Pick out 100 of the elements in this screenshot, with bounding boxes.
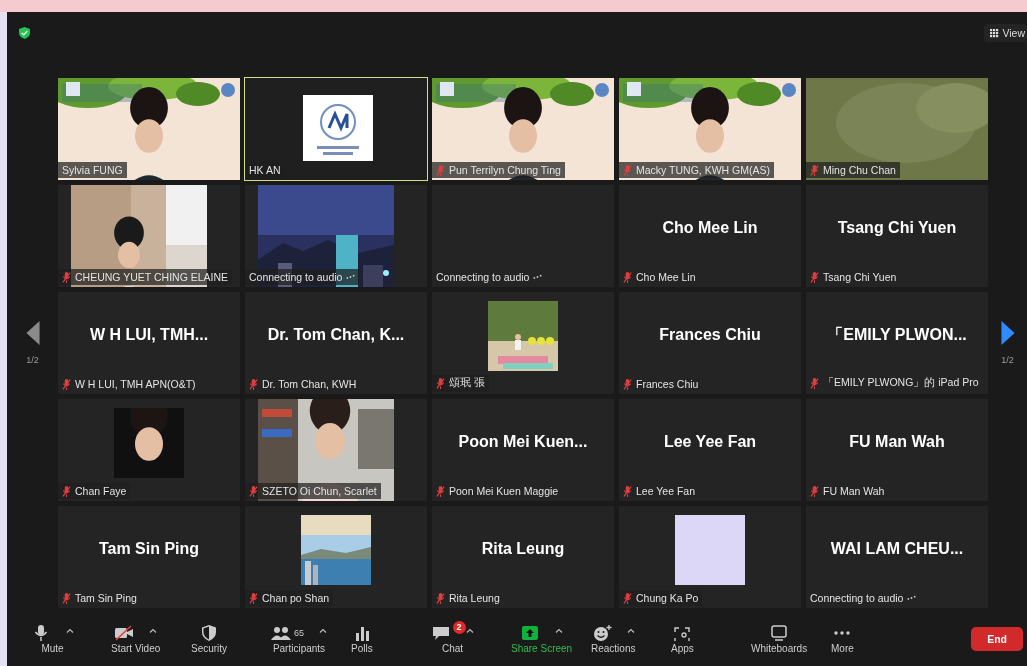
grid-icon bbox=[990, 28, 1000, 38]
participant-tile[interactable]: HK AN bbox=[245, 78, 427, 180]
muted-microphone-icon bbox=[623, 592, 632, 604]
participant-tile[interactable]: Ming Chu Chan bbox=[806, 78, 988, 180]
muted-microphone-icon bbox=[810, 377, 819, 389]
muted-microphone-icon bbox=[62, 592, 71, 604]
muted-microphone-icon bbox=[436, 592, 445, 604]
participant-label: Cho Mee Lin bbox=[636, 271, 696, 283]
participant-label: Tsang Chi Yuen bbox=[823, 271, 897, 283]
monitor-icon bbox=[769, 624, 790, 641]
participant-tile[interactable]: SZETO Oi Chun, Scarlet bbox=[245, 399, 427, 501]
participant-tile[interactable]: Lee Yee Fan Lee Yee Fan bbox=[619, 399, 801, 501]
muted-microphone-icon bbox=[810, 271, 819, 283]
participant-name: Rita Leung bbox=[481, 540, 565, 558]
reactions-button[interactable]: Reactions bbox=[589, 624, 638, 654]
caret-icon[interactable] bbox=[319, 628, 327, 633]
muted-microphone-icon bbox=[436, 164, 445, 176]
participant-tile[interactable]: Frances Chiu Frances Chiu bbox=[619, 292, 801, 394]
participant-tile[interactable]: Chan po Shan bbox=[245, 506, 427, 608]
muted-microphone-icon bbox=[62, 271, 71, 283]
participant-tile[interactable]: Dr. Tom Chan, K... Dr. Tom Chan, KWH bbox=[245, 292, 427, 394]
start-video-button[interactable]: Start Video bbox=[109, 624, 163, 654]
participant-tile[interactable]: Chung Ka Po bbox=[619, 506, 801, 608]
loading-dots-icon bbox=[533, 274, 543, 280]
camera-off-icon bbox=[114, 624, 135, 641]
caret-icon[interactable] bbox=[466, 628, 474, 633]
muted-microphone-icon bbox=[623, 485, 632, 497]
participant-name: Tam Sin Ping bbox=[98, 540, 200, 558]
participant-tile[interactable]: Rita Leung Rita Leung bbox=[432, 506, 614, 608]
participant-tile[interactable]: CHEUNG YUET CHING ELAINE bbox=[58, 185, 240, 287]
participant-tile[interactable]: 頌珉 張 bbox=[432, 292, 614, 394]
participant-label: Connecting to audio bbox=[810, 592, 904, 604]
end-button[interactable]: End bbox=[971, 627, 1023, 651]
participant-label: 「EMILY PLWONG」的 iPad Pro bbox=[823, 376, 979, 390]
participant-name: FU Man Wah bbox=[849, 433, 945, 451]
participant-tile[interactable]: Poon Mei Kuen... Poon Mei Kuen Maggie bbox=[432, 399, 614, 501]
caret-icon[interactable] bbox=[555, 628, 564, 633]
participant-label: Chung Ka Po bbox=[636, 592, 699, 604]
caret-icon[interactable] bbox=[149, 628, 158, 633]
participant-name: W H LUI, TMH... bbox=[89, 326, 209, 344]
participant-label: Sylvia FUNG bbox=[62, 164, 123, 176]
apps-button[interactable]: Apps bbox=[669, 624, 696, 654]
page-indicator: 1/2 bbox=[1001, 355, 1014, 365]
participant-label: Poon Mei Kuen Maggie bbox=[449, 485, 559, 497]
more-button[interactable]: More bbox=[829, 624, 856, 654]
loading-dots-icon bbox=[907, 595, 917, 601]
participant-tile[interactable]: Tam Sin Ping Tam Sin Ping bbox=[58, 506, 240, 608]
participant-tile[interactable]: Macky TUNG, KWH GM(AS) bbox=[619, 78, 801, 180]
whiteboards-button[interactable]: Whiteboards bbox=[749, 624, 810, 654]
muted-microphone-icon bbox=[810, 164, 819, 176]
participant-tile[interactable]: Tsang Chi Yuen Tsang Chi Yuen bbox=[806, 185, 988, 287]
smiley-icon bbox=[591, 624, 612, 641]
participant-label: Pun Terrilyn Chung Ting bbox=[449, 164, 561, 176]
participant-label: FU Man Wah bbox=[823, 485, 885, 497]
participant-tile[interactable]: WAI LAM CHEU... Connecting to audio bbox=[806, 506, 988, 608]
participant-name: Tsang Chi Yuen bbox=[837, 219, 957, 237]
participant-label: W H LUI, TMH APN(O&T) bbox=[75, 378, 196, 390]
participant-label: 頌珉 張 bbox=[449, 376, 485, 390]
participant-label: Connecting to audio bbox=[249, 271, 343, 283]
participant-tile[interactable]: Pun Terrilyn Chung Ting bbox=[432, 78, 614, 180]
people-icon bbox=[271, 624, 291, 641]
participants-button[interactable]: 65 Participants bbox=[269, 624, 329, 654]
participant-label: Chan po Shan bbox=[262, 592, 330, 604]
shield-icon[interactable] bbox=[19, 27, 30, 39]
mute-button[interactable]: Mute bbox=[29, 624, 76, 654]
participant-label: Rita Leung bbox=[449, 592, 500, 604]
muted-microphone-icon bbox=[623, 164, 632, 176]
participant-tile[interactable]: Cho Mee Lin Cho Mee Lin bbox=[619, 185, 801, 287]
participant-label: Dr. Tom Chan, KWH bbox=[262, 378, 357, 390]
participant-tile[interactable]: Sylvia FUNG bbox=[58, 78, 240, 180]
participant-label: Macky TUNG, KWH GM(AS) bbox=[636, 164, 770, 176]
more-icon bbox=[832, 630, 853, 635]
caret-icon[interactable] bbox=[626, 628, 635, 633]
share-screen-button[interactable]: Share Screen bbox=[509, 624, 575, 654]
participant-label: Connecting to audio bbox=[436, 271, 530, 283]
participant-label: Frances Chiu bbox=[636, 378, 699, 390]
participant-name: Lee Yee Fan bbox=[663, 433, 757, 451]
participant-tile[interactable]: Chan Faye bbox=[58, 399, 240, 501]
participant-name: Dr. Tom Chan, K... bbox=[267, 326, 405, 344]
participant-label: SZETO Oi Chun, Scarlet bbox=[262, 485, 377, 497]
next-page-icon[interactable] bbox=[1000, 321, 1015, 345]
polls-button[interactable]: Polls bbox=[349, 624, 375, 654]
participant-name: WAI LAM CHEU... bbox=[830, 540, 964, 558]
participant-tile[interactable]: 「EMILY PLWON... 「EMILY PLWONG」的 iPad Pro bbox=[806, 292, 988, 394]
caret-icon[interactable] bbox=[66, 628, 74, 633]
muted-microphone-icon bbox=[810, 485, 819, 497]
muted-microphone-icon bbox=[623, 378, 632, 390]
unread-badge: 2 bbox=[452, 620, 466, 634]
security-button[interactable]: Security bbox=[189, 624, 230, 654]
participant-tile[interactable]: FU Man Wah FU Man Wah bbox=[806, 399, 988, 501]
view-button[interactable]: View bbox=[984, 24, 1027, 42]
participant-name: 「EMILY PLWON... bbox=[827, 324, 967, 345]
participant-tile[interactable]: Connecting to audio bbox=[245, 185, 427, 287]
muted-microphone-icon bbox=[623, 271, 632, 283]
muted-microphone-icon bbox=[249, 592, 258, 604]
muted-microphone-icon bbox=[249, 378, 258, 390]
participant-label: CHEUNG YUET CHING ELAINE bbox=[75, 271, 229, 283]
participant-name: Cho Mee Lin bbox=[662, 219, 758, 237]
participant-tile[interactable]: W H LUI, TMH... W H LUI, TMH APN(O&T) bbox=[58, 292, 240, 394]
participant-tile[interactable]: Connecting to audio bbox=[432, 185, 614, 287]
